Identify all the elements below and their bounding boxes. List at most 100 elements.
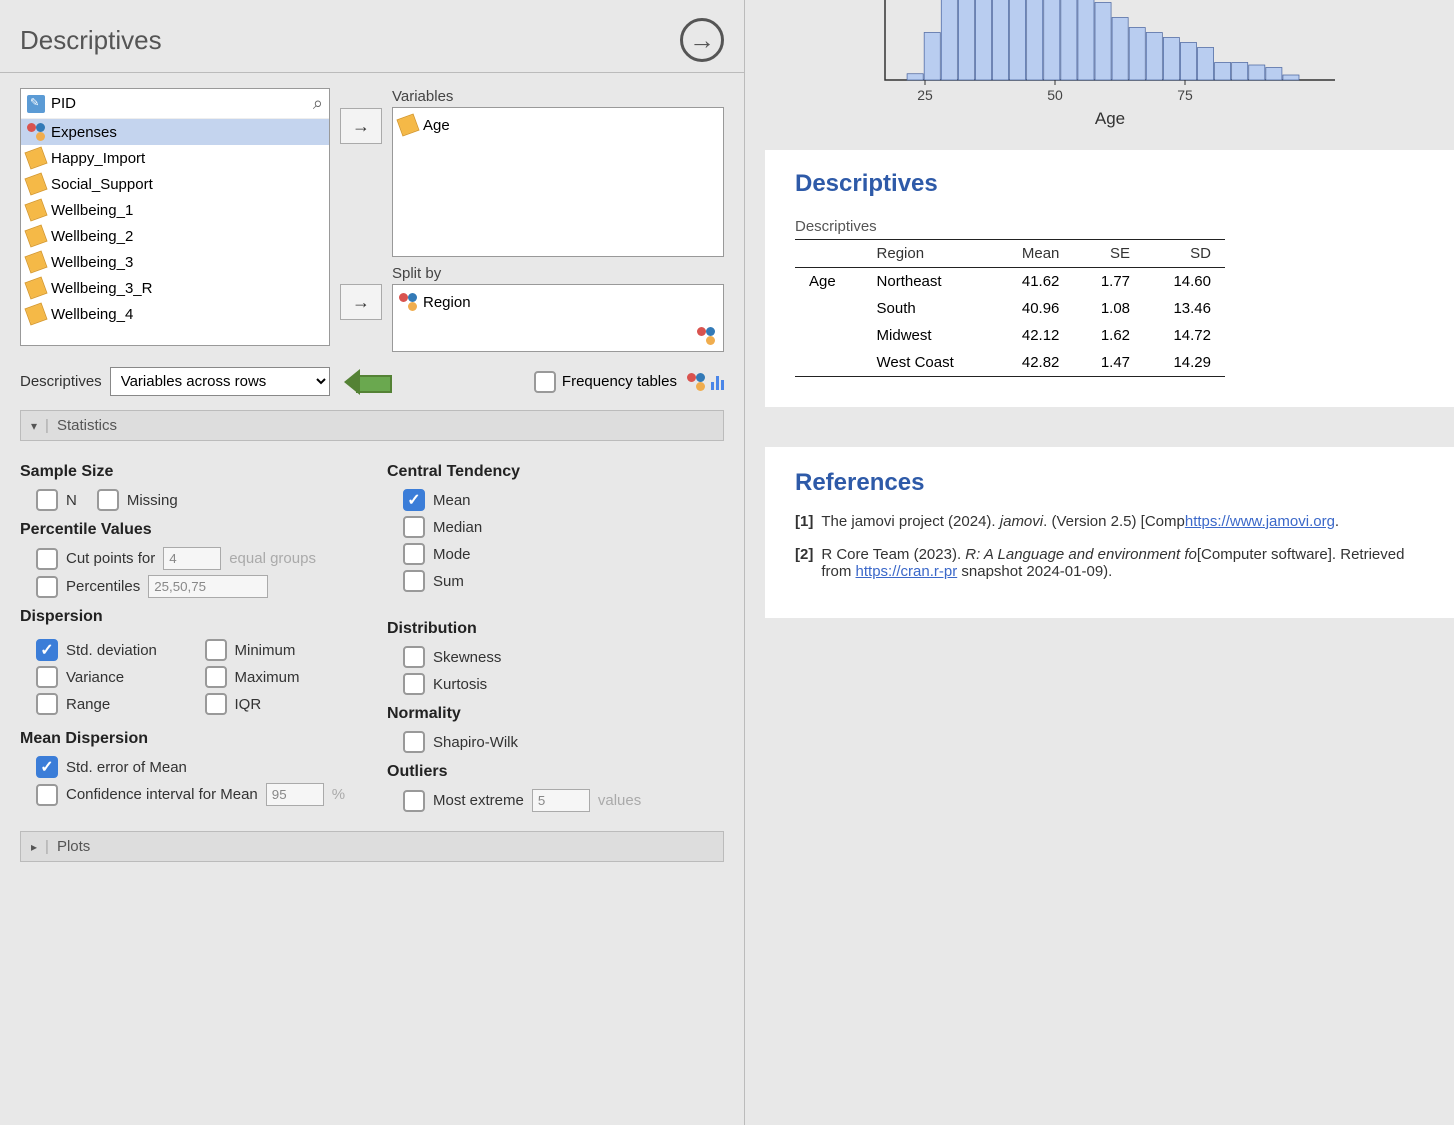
reference-link[interactable]: https://cran.r-pr: [856, 563, 958, 580]
equal-groups-label: equal groups: [229, 550, 316, 567]
layout-select[interactable]: Variables across rows: [110, 367, 330, 396]
reference-item: [2]R Core Team (2023). R: A Language and…: [795, 546, 1435, 580]
normality-title: Normality: [387, 705, 724, 723]
histogram-chart: 255075Age: [765, 0, 1454, 130]
list-item[interactable]: Wellbeing_3_R: [21, 275, 329, 301]
statistics-section-toggle[interactable]: ▾ | Statistics: [20, 410, 724, 441]
svg-text:Age: Age: [1095, 109, 1125, 128]
variable-name: Expenses: [51, 124, 117, 141]
nominal-type-icon: [697, 327, 715, 345]
variable-list[interactable]: ⌕ ExpensesHappy_ImportSocial_SupportWell…: [20, 88, 330, 346]
panel-title: Descriptives: [20, 25, 162, 56]
sum-label: Sum: [433, 573, 464, 590]
maximum-label: Maximum: [235, 669, 300, 686]
mostextreme-input[interactable]: [532, 789, 590, 812]
central-tendency-title: Central Tendency: [387, 463, 724, 481]
list-item[interactable]: Wellbeing_2: [21, 223, 329, 249]
list-item[interactable]: Expenses: [21, 119, 329, 145]
assigned-variable[interactable]: Region: [399, 291, 717, 313]
percentiles-checkbox[interactable]: [36, 576, 58, 598]
shapiro-label: Shapiro-Wilk: [433, 734, 518, 751]
skewness-checkbox[interactable]: [403, 646, 425, 668]
assign-variable-button[interactable]: →: [340, 108, 382, 144]
list-item[interactable]: Wellbeing_1: [21, 197, 329, 223]
frequency-tables-label: Frequency tables: [562, 373, 677, 390]
mode-checkbox[interactable]: [403, 543, 425, 565]
percentile-title: Percentile Values: [20, 521, 357, 539]
median-checkbox[interactable]: [403, 516, 425, 538]
assign-splitby-button[interactable]: →: [340, 284, 382, 320]
svg-text:50: 50: [1047, 87, 1063, 103]
assigned-variable[interactable]: Age: [399, 114, 717, 136]
ci-input[interactable]: [266, 783, 324, 806]
mean-dispersion-title: Mean Dispersion: [20, 730, 357, 748]
range-label: Range: [66, 696, 110, 713]
variables-target[interactable]: Age: [392, 107, 724, 257]
variable-name: Wellbeing_3: [51, 254, 133, 271]
list-item[interactable]: Wellbeing_3: [21, 249, 329, 275]
mode-label: Mode: [433, 546, 471, 563]
continuous-icon: [24, 302, 47, 325]
continuous-icon: [24, 198, 47, 221]
collapse-arrow-icon[interactable]: →: [680, 18, 724, 62]
mostextreme-label: Most extreme: [433, 792, 524, 809]
missing-checkbox[interactable]: [97, 489, 119, 511]
mostextreme-checkbox[interactable]: [403, 790, 425, 812]
splitby-target[interactable]: Region: [392, 284, 724, 352]
mean-checkbox[interactable]: [403, 489, 425, 511]
reference-link[interactable]: https://www.jamovi.org: [1185, 513, 1335, 530]
kurtosis-checkbox[interactable]: [403, 673, 425, 695]
stddev-label: Std. deviation: [66, 642, 157, 659]
references-title: References: [795, 469, 1435, 497]
stddev-checkbox[interactable]: [36, 639, 58, 661]
results-descriptives: Descriptives Descriptives Region Mean SE…: [765, 150, 1454, 407]
percentiles-label: Percentiles: [66, 578, 140, 595]
svg-text:75: 75: [1177, 87, 1193, 103]
maximum-checkbox[interactable]: [205, 666, 227, 688]
list-item[interactable]: Happy_Import: [21, 145, 329, 171]
frequency-tables-checkbox[interactable]: [534, 371, 556, 393]
median-label: Median: [433, 519, 482, 536]
plots-section-toggle[interactable]: ▸ | Plots: [20, 831, 724, 862]
list-item[interactable]: Wellbeing_4: [21, 301, 329, 327]
variable-search-input[interactable]: [51, 95, 313, 112]
table-row: Midwest42.121.6214.72: [795, 322, 1225, 349]
variance-label: Variance: [66, 669, 124, 686]
table-caption: Descriptives: [795, 218, 1435, 235]
shapiro-checkbox[interactable]: [403, 731, 425, 753]
stderror-checkbox[interactable]: [36, 756, 58, 778]
ci-checkbox[interactable]: [36, 784, 58, 806]
continuous-icon: [396, 113, 419, 136]
n-checkbox[interactable]: [36, 489, 58, 511]
chevron-right-icon: ▸: [31, 840, 37, 854]
sum-checkbox[interactable]: [403, 570, 425, 592]
ordinal-bars-icon: [711, 374, 724, 390]
variance-checkbox[interactable]: [36, 666, 58, 688]
table-row: South40.961.0813.46: [795, 295, 1225, 322]
nominal-icon: [687, 373, 705, 391]
nominal-icon: [399, 293, 417, 311]
percentiles-input[interactable]: [148, 575, 268, 598]
variables-label: Variables: [392, 88, 724, 105]
minimum-checkbox[interactable]: [205, 639, 227, 661]
variable-name: Wellbeing_3_R: [51, 280, 152, 297]
table-row: AgeNortheast41.621.7714.60: [795, 268, 1225, 296]
values-label: values: [598, 792, 641, 809]
reference-item: [1]The jamovi project (2024). jamovi. (V…: [795, 513, 1435, 530]
search-icon[interactable]: ⌕: [313, 93, 323, 114]
descriptives-layout-label: Descriptives: [20, 373, 102, 390]
table-row: West Coast42.821.4714.29: [795, 349, 1225, 377]
outliers-title: Outliers: [387, 763, 724, 781]
list-item[interactable]: Social_Support: [21, 171, 329, 197]
iqr-checkbox[interactable]: [205, 693, 227, 715]
continuous-icon: [24, 224, 47, 247]
cutpoints-input[interactable]: [163, 547, 221, 570]
iqr-label: IQR: [235, 696, 262, 713]
minimum-label: Minimum: [235, 642, 296, 659]
range-checkbox[interactable]: [36, 693, 58, 715]
variable-name: Wellbeing_4: [51, 306, 133, 323]
variable-name: Wellbeing_2: [51, 228, 133, 245]
cutpoints-checkbox[interactable]: [36, 548, 58, 570]
skewness-label: Skewness: [433, 649, 501, 666]
cutpoints-label: Cut points for: [66, 550, 155, 567]
